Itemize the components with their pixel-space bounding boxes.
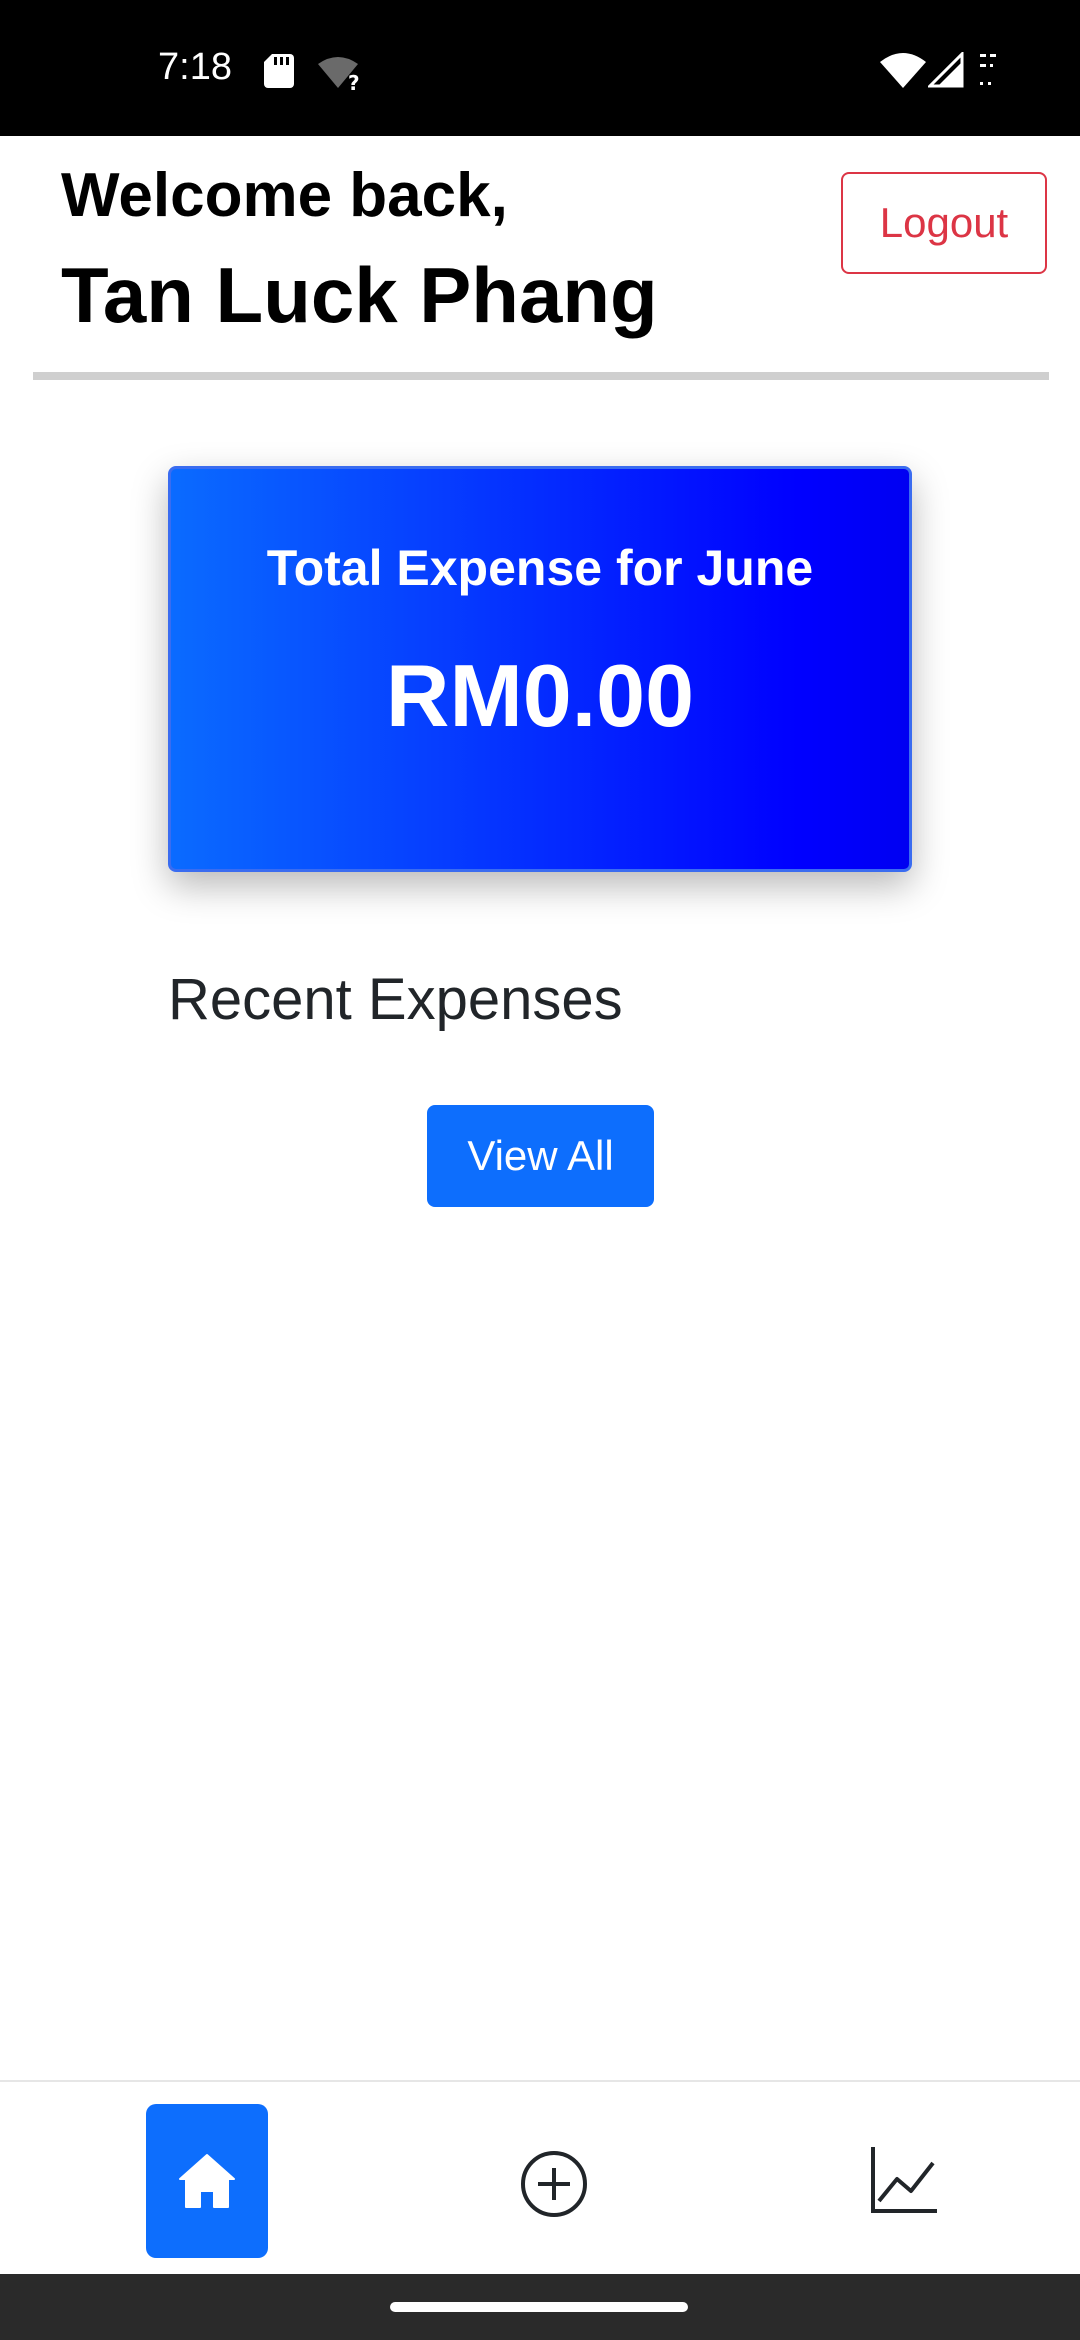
wifi-icon — [880, 53, 926, 88]
nav-add-button[interactable] — [514, 2144, 594, 2224]
system-navigation-bar — [0, 2274, 1080, 2340]
recent-expenses-heading: Recent Expenses — [168, 967, 623, 1032]
logout-button[interactable]: Logout — [841, 172, 1047, 274]
welcome-text: Welcome back, — [61, 161, 508, 230]
total-expense-card: Total Expense for June RM0.00 — [168, 466, 912, 872]
bottom-nav — [0, 2080, 1080, 2274]
expense-card-title: Total Expense for June — [266, 540, 814, 596]
battery-icon — [980, 54, 996, 85]
home-gesture-pill[interactable] — [390, 2302, 688, 2312]
home-icon — [179, 2154, 235, 2208]
status-bar: 7:18 ? — [0, 0, 1080, 136]
signal-icon — [928, 52, 964, 88]
svg-text:?: ? — [348, 71, 360, 90]
wifi-question-icon: ? — [318, 57, 360, 90]
header: Welcome back, Tan Luck Phang Logout — [33, 136, 1049, 380]
chart-icon — [871, 2147, 937, 2213]
user-name: Tan Luck Phang — [61, 251, 658, 339]
status-time: 7:18 — [158, 46, 232, 88]
nav-chart-button[interactable] — [864, 2140, 944, 2220]
expense-amount: RM0.00 — [385, 646, 695, 745]
sd-card-icon — [264, 54, 294, 88]
add-circle-icon — [521, 2151, 587, 2217]
view-all-button[interactable]: View All — [427, 1105, 654, 1207]
nav-home-button[interactable] — [146, 2104, 268, 2258]
